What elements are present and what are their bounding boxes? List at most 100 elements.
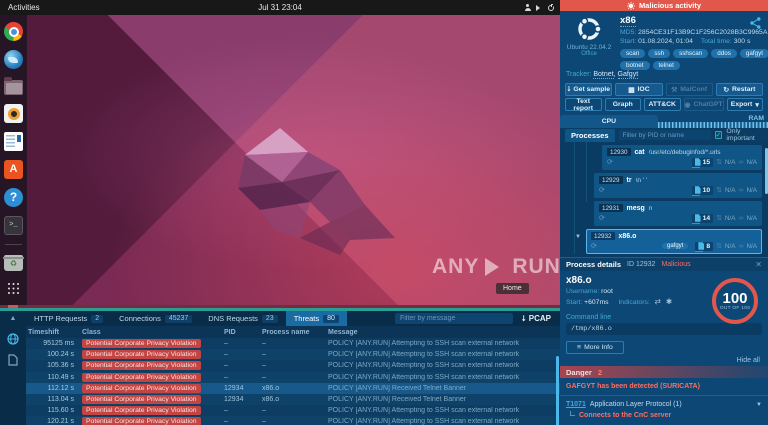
- close-icon[interactable]: ✕: [755, 260, 762, 269]
- threat-timeline-strip[interactable]: [0, 305, 560, 308]
- process-row[interactable]: ▼ 12929 tr \n ' ' ⟳ 10 ⇅N/A ∞N/A: [594, 173, 762, 198]
- threat-row[interactable]: 120.21 s Potential Corporate Privacy Vio…: [26, 416, 560, 425]
- tree-elbow: [570, 411, 575, 416]
- process-row[interactable]: ▼ 12931 mesg n ⟳ 14 ⇅N/A ∞N/A: [594, 201, 762, 226]
- attack-button[interactable]: ATT&CK: [644, 98, 681, 111]
- network-tabbar: ▲ HTTP Requests 2 Connections 45237 DNS Re…: [0, 311, 560, 326]
- process-details: Process details ID 12932 Malicious ✕ x86…: [560, 257, 768, 425]
- column-header[interactable]: PID: [224, 329, 254, 336]
- chrome-icon[interactable]: [4, 22, 23, 41]
- threat-row[interactable]: 112.12 s Potential Corporate Privacy Vio…: [26, 382, 560, 394]
- mitre-technique-row[interactable]: T1071 Application Layer Protocol (1) ▼: [560, 396, 768, 410]
- network-tab[interactable]: Connections 45237: [111, 311, 200, 326]
- threat-row[interactable]: 100.24 s Potential Corporate Privacy Vio…: [26, 349, 560, 361]
- export-button[interactable]: Export ▾: [726, 98, 764, 111]
- only-important-checkbox[interactable]: ✓: [714, 131, 723, 139]
- ioc-icon: ▦: [628, 86, 635, 94]
- threat-row[interactable]: 115.60 s Potential Corporate Privacy Vio…: [26, 405, 560, 417]
- network-icon: ⇅: [716, 243, 722, 250]
- modules-icon: ∞: [738, 214, 744, 222]
- help-icon[interactable]: ?: [4, 188, 23, 207]
- volume-icon: [536, 4, 543, 11]
- only-important-label: Only important: [726, 128, 755, 142]
- more-info-button[interactable]: ≡ More Info: [566, 341, 624, 354]
- technique-sub-item[interactable]: Connects to the CnC server: [560, 410, 768, 419]
- restart-icon: ↻: [723, 86, 730, 94]
- process-args: \n ' ': [635, 176, 648, 184]
- events-counter[interactable]: 10: [691, 185, 714, 196]
- download-icon: ⭣: [522, 313, 526, 323]
- tracker-row: Tracker: Botnet, Gafgyt: [566, 71, 639, 79]
- anyrun-watermark: ANY RUN: [432, 255, 560, 278]
- sample-name[interactable]: x86: [620, 15, 636, 27]
- network-tab[interactable]: HTTP Requests 2: [26, 311, 111, 326]
- message-filter-input[interactable]: [395, 313, 513, 324]
- network-tab[interactable]: Threats 80: [285, 311, 347, 326]
- sample-tag: scan: [620, 49, 646, 58]
- chevron-down-icon[interactable]: ▼: [756, 402, 762, 408]
- events-counter[interactable]: 14: [691, 213, 714, 224]
- danger-item[interactable]: GAFGYT has been detected (SURICATA): [560, 378, 768, 396]
- screen: Activities Jul 31 23:04 ANY RUN Home A ?…: [0, 0, 768, 425]
- app-grid-icon[interactable]: [7, 283, 20, 295]
- technique-id-link[interactable]: T1071: [566, 401, 586, 408]
- threat-row[interactable]: 105.36 s Potential Corporate Privacy Vio…: [26, 360, 560, 372]
- globe-icon[interactable]: [7, 332, 20, 345]
- tab-cpu[interactable]: CPU: [560, 115, 658, 128]
- jellyfish-wallpaper-art: [238, 128, 395, 255]
- column-header[interactable]: Message: [328, 329, 556, 336]
- process-filter-input[interactable]: [618, 130, 711, 140]
- power-icon: [548, 3, 554, 11]
- chatgpt-button[interactable]: ◉ ChatGPT: [683, 98, 724, 111]
- tracker-link-gafgyt[interactable]: Gafgyt: [617, 71, 639, 79]
- network-tab[interactable]: DNS Requests 23: [200, 311, 285, 326]
- ram-usage-bar: [657, 122, 768, 128]
- threats-table-header: Timeshift Class PID Process name Message: [26, 326, 560, 338]
- process-restart-icon: ⟳: [607, 159, 613, 166]
- cmdline-value[interactable]: /tmp/x86.o: [566, 323, 762, 335]
- ioc-button[interactable]: ▦ IOC: [615, 83, 663, 96]
- events-counter[interactable]: 15: [691, 157, 714, 168]
- home-button[interactable]: Home: [496, 283, 529, 294]
- sample-tag: gafgyt: [739, 49, 768, 58]
- libreoffice-writer-icon[interactable]: [4, 132, 23, 151]
- column-header[interactable]: Class: [82, 329, 216, 336]
- ubuntu-software-icon[interactable]: A: [4, 160, 23, 179]
- clock[interactable]: Jul 31 23:04: [0, 3, 560, 12]
- terminal-icon[interactable]: >_: [4, 216, 23, 235]
- processes-bar: Processes ✓ Only important: [560, 128, 768, 142]
- trash-icon[interactable]: [3, 255, 24, 271]
- tab-ram[interactable]: RAM: [657, 115, 768, 128]
- sample-times: Start: 01.08.2024, 01:04 Total time: 300…: [620, 38, 751, 45]
- collapse-panel-icon[interactable]: ▲: [0, 315, 26, 322]
- threat-row[interactable]: 110.49 s Potential Corporate Privacy Vio…: [26, 371, 560, 383]
- chevron-down-icon[interactable]: ▼: [575, 234, 581, 240]
- hide-all-link[interactable]: Hide all: [560, 354, 768, 366]
- process-row[interactable]: ▼ 12930 cat /usr/etc/debuginfod/*.urls ⟳…: [602, 145, 762, 170]
- threat-row[interactable]: 95125 ms Potential Corporate Privacy Vio…: [26, 338, 560, 350]
- thunderbird-icon[interactable]: [4, 50, 23, 69]
- pcap-download-button[interactable]: ⭣ PCAP: [513, 314, 560, 324]
- column-header[interactable]: Process name: [262, 329, 320, 336]
- analysis-panel: Malicious activity Ubuntu 22.04.2 Office…: [560, 0, 768, 425]
- rhythmbox-icon[interactable]: [4, 104, 23, 123]
- tracker-link-botnet[interactable]: Botnet: [593, 71, 614, 79]
- tab-processes[interactable]: Processes: [565, 128, 615, 142]
- graph-button[interactable]: Graph: [604, 98, 641, 111]
- threat-row[interactable]: 113.04 s Potential Corporate Privacy Vio…: [26, 393, 560, 406]
- danger-section-header[interactable]: Danger 2: [560, 366, 768, 378]
- share-icon[interactable]: [750, 17, 761, 29]
- column-header[interactable]: Timeshift: [28, 329, 74, 336]
- get-sample-button[interactable]: ⭣ Get sample: [565, 83, 613, 96]
- system-tray[interactable]: [524, 3, 554, 11]
- files-icon[interactable]: [4, 77, 23, 95]
- files-tab-icon[interactable]: [7, 353, 20, 366]
- process-pid: 12929: [599, 176, 623, 184]
- malconf-button[interactable]: ⚒ MalConf: [665, 83, 713, 96]
- events-counter[interactable]: 8: [695, 241, 714, 252]
- text-report-button[interactable]: Text report: [565, 98, 602, 112]
- threats-scrollbar[interactable]: [556, 356, 559, 425]
- exchange-icon: ⇄: [654, 297, 661, 306]
- process-row[interactable]: ▼ 12932 x86.o ⟳ gafgyt 8 ⇅ N/A ∞ N/A: [575, 229, 762, 254]
- restart-button[interactable]: ↻ Restart: [715, 83, 763, 96]
